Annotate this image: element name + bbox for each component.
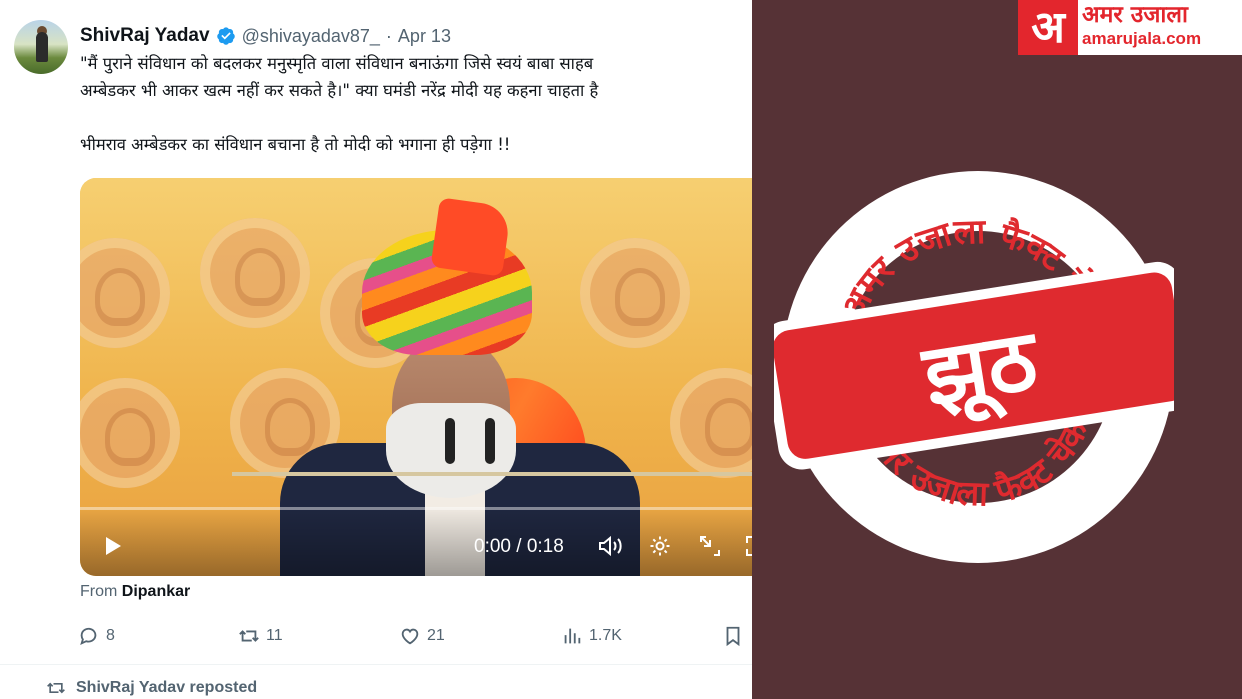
tweet-date[interactable]: Apr 13 (398, 26, 451, 47)
tweet-text-line: अम्बेडकर भी आकर खत्म नहीं कर सकते है।" क… (80, 81, 599, 100)
repost-button[interactable]: 11 (238, 622, 283, 650)
views-button[interactable]: 1.7K (561, 622, 622, 650)
amar-ujala-logo: अ अमर उजाला amarujala.com (1018, 0, 1242, 55)
bookmark-icon (726, 626, 740, 647)
video-player[interactable]: 0:00 / 0:18 (80, 178, 752, 576)
author-name[interactable]: ShivRaj Yadav (80, 25, 210, 47)
author-handle[interactable]: @shivayadav87_ (242, 26, 380, 47)
divider (0, 664, 752, 665)
view-count: 1.7K (589, 627, 622, 644)
picture-in-picture-icon[interactable] (696, 532, 724, 560)
views-chart-icon (564, 628, 581, 644)
fact-check-stamp: अमर उजाला फैक्ट चेक अमर उजाला फैक्ट चेक … (762, 151, 1198, 581)
separator-dot: · (385, 25, 392, 46)
tweet-card[interactable]: ShivRaj Yadav @shivayadav87_ · Apr 13 "म… (0, 0, 752, 699)
tweet-text: "मैं पुराने संविधान को बदलकर मनुस्मृति व… (80, 50, 752, 158)
video-time: 0:00 / 0:18 (474, 536, 564, 557)
repost-icon (239, 630, 259, 642)
play-icon[interactable] (98, 532, 126, 560)
fact-check-panel: अ अमर उजाला amarujala.com अमर उजाला फैक्… (752, 0, 1242, 699)
logo-url: amarujala.com (1082, 29, 1202, 48)
logo-mark: अ (1018, 0, 1078, 55)
from-prefix: From (80, 583, 118, 600)
tweet-text-line: भीमराव अम्बेडकर का संविधान बचाना है तो म… (80, 135, 511, 154)
repost-context[interactable]: ShivRaj Yadav reposted (46, 678, 257, 698)
repost-icon (47, 682, 65, 694)
bookmark-button[interactable] (722, 622, 744, 650)
tweet-text-line: "मैं पुराने संविधान को बदलकर मनुस्मृति व… (80, 54, 594, 73)
tweet-actions: 8 11 21 1.7K (78, 622, 750, 650)
like-button[interactable]: 21 (399, 622, 445, 650)
reposted-by-text: ShivRaj Yadav reposted (76, 679, 258, 696)
heart-icon (401, 628, 419, 645)
author-avatar[interactable] (14, 20, 68, 74)
reply-button[interactable]: 8 (78, 622, 115, 650)
reply-count: 8 (106, 627, 115, 644)
video-attribution: From Dipankar (80, 583, 190, 601)
fullscreen-icon[interactable] (742, 532, 752, 560)
from-name[interactable]: Dipankar (122, 583, 190, 600)
gear-icon[interactable] (646, 532, 674, 560)
video-progress-bar[interactable] (80, 507, 752, 510)
repost-count: 11 (266, 627, 283, 644)
verified-badge-icon (216, 27, 235, 45)
tweet-header: ShivRaj Yadav @shivayadav87_ · Apr 13 (80, 22, 451, 50)
volume-icon[interactable] (596, 532, 626, 560)
reply-icon (80, 627, 97, 646)
like-count: 21 (427, 627, 445, 644)
logo-name: अमर उजाला (1082, 2, 1188, 28)
